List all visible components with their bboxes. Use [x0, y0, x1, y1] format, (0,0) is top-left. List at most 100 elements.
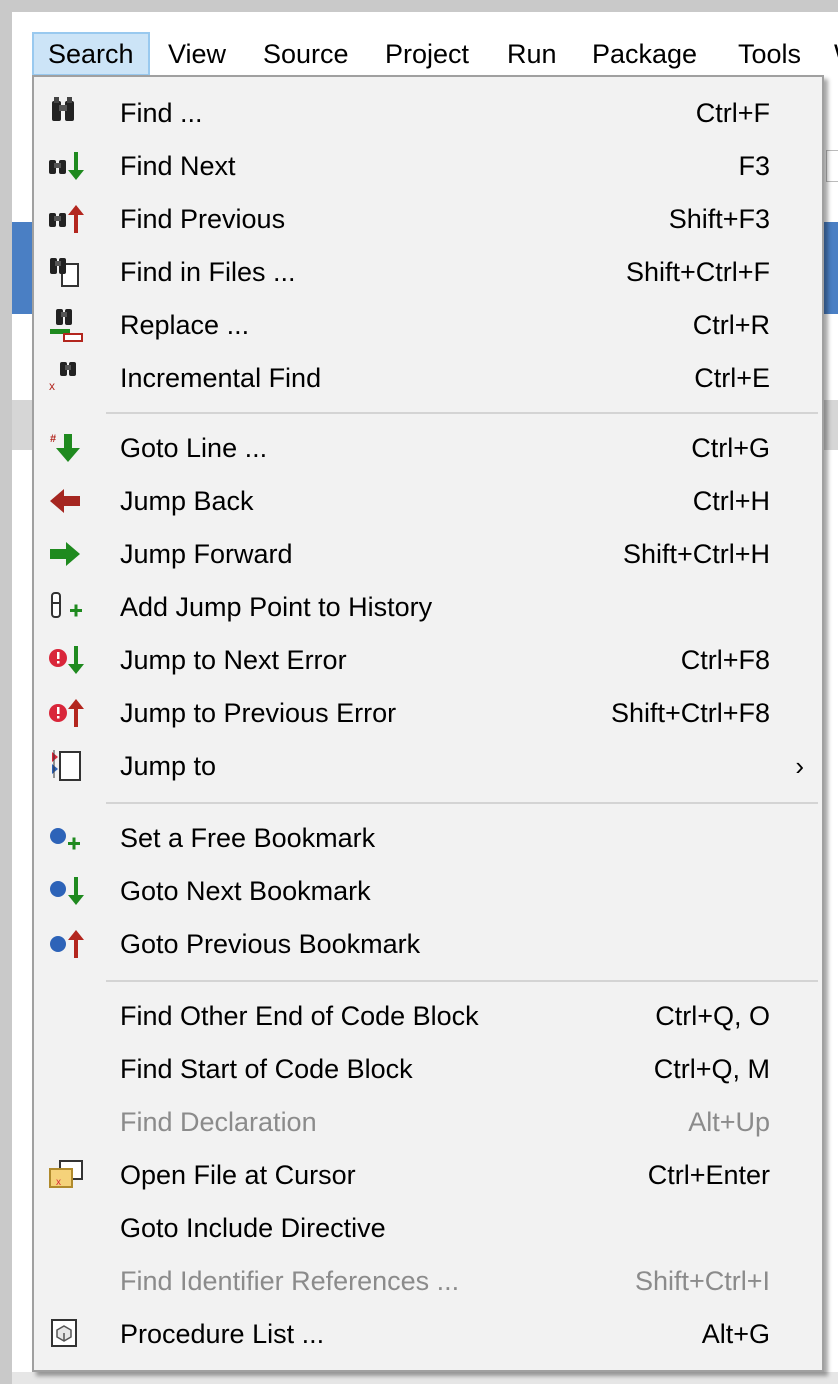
menu-item-jump-previous-error[interactable]: Jump to Previous Error Shift+Ctrl+F8 — [36, 687, 822, 739]
previous-error-icon — [46, 695, 86, 731]
menu-item-jump-to[interactable]: Jump to › — [36, 740, 822, 792]
menu-item-goto-previous-bookmark[interactable]: Goto Previous Bookmark — [36, 918, 822, 970]
menu-item-shortcut: F3 — [738, 151, 770, 181]
menu-item-label: Find ... — [120, 98, 203, 128]
menu-item-shortcut: Shift+Ctrl+F8 — [610, 698, 770, 728]
binoculars-icon — [46, 95, 86, 131]
menu-item-label: Goto Previous Bookmark — [120, 929, 421, 959]
menu-item-shortcut: Ctrl+Q, O — [655, 1001, 770, 1031]
submenu-arrow-icon: › — [795, 751, 804, 781]
menu-item-goto-next-bookmark[interactable]: Goto Next Bookmark — [36, 865, 822, 917]
menubar-tools[interactable]: Tools — [724, 32, 815, 76]
menu-item-open-file-at-cursor[interactable]: x Open File at Cursor Ctrl+Enter — [36, 1149, 822, 1201]
find-in-files-icon — [46, 254, 86, 290]
menu-item-label: Jump to Previous Error — [120, 698, 397, 728]
menu-item-find-previous[interactable]: Find Previous Shift+F3 — [36, 193, 822, 245]
menu-item-label: Find Declaration — [120, 1107, 317, 1137]
menu-item-shortcut: Ctrl+F8 — [680, 645, 770, 675]
editor-background-gray-band-right — [824, 400, 838, 450]
menu-item-goto-line[interactable]: # Goto Line ... Ctrl+G — [36, 422, 822, 474]
menu-item-label: Goto Include Directive — [120, 1213, 386, 1243]
menu-item-shortcut: Shift+Ctrl+I — [634, 1266, 770, 1296]
window-frame: Search View Source Project Run Package T… — [0, 0, 838, 1384]
svg-text:x: x — [56, 1177, 61, 1188]
goto-line-icon: # — [46, 430, 86, 466]
menu-item-shortcut: Shift+Ctrl+F — [625, 257, 770, 287]
menu-item-label: Jump to — [120, 751, 217, 781]
editor-background-panel-right — [826, 150, 838, 182]
menu-item-find[interactable]: Find ... Ctrl+F — [36, 87, 822, 139]
menu-item-label: Jump Back — [120, 486, 254, 516]
incremental-find-icon: x — [46, 360, 86, 396]
previous-bookmark-icon — [46, 926, 86, 962]
menu-item-label: Procedure List ... — [120, 1319, 325, 1349]
arrow-left-icon — [46, 483, 86, 519]
menu-item-jump-forward[interactable]: Jump Forward Shift+Ctrl+H — [36, 528, 822, 580]
editor-background-blue-bar-right — [824, 222, 838, 314]
menubar-project[interactable]: Project — [371, 32, 483, 76]
editor-background-blue-bar — [12, 222, 32, 314]
menu-item-shortcut: Ctrl+R — [692, 310, 770, 340]
menu-item-shortcut: Ctrl+H — [692, 486, 770, 516]
window-left-border — [0, 0, 12, 1384]
menu-item-shortcut: Ctrl+Q, M — [653, 1054, 770, 1084]
menu-item-procedure-list[interactable]: Procedure List ... Alt+G — [36, 1308, 822, 1360]
menu-item-jump-next-error[interactable]: Jump to Next Error Ctrl+F8 — [36, 634, 822, 686]
procedure-list-icon — [46, 1316, 86, 1352]
menu-item-find-start-code-block[interactable]: Find Start of Code Block Ctrl+Q, M — [36, 1043, 822, 1095]
svg-text:x: x — [49, 379, 55, 393]
menu-item-shortcut: Ctrl+Enter — [647, 1160, 770, 1190]
menu-item-find-next[interactable]: Find Next F3 — [36, 140, 822, 192]
menu-item-shortcut: Alt+G — [701, 1319, 770, 1349]
menu-item-jump-back[interactable]: Jump Back Ctrl+H — [36, 475, 822, 527]
menu-separator — [106, 802, 818, 804]
menu-item-incremental-find[interactable]: x Incremental Find Ctrl+E — [36, 352, 822, 404]
menu-item-add-jump-point[interactable]: Add Jump Point to History — [36, 581, 822, 633]
menubar-search[interactable]: Search — [32, 32, 150, 76]
menu-item-label: Find Start of Code Block — [120, 1054, 413, 1084]
next-error-icon — [46, 642, 86, 678]
svg-text:#: # — [50, 433, 56, 445]
jump-to-icon — [46, 748, 86, 784]
arrow-right-icon — [46, 536, 86, 572]
menu-item-shortcut: Shift+F3 — [668, 204, 770, 234]
menu-item-find-identifier-references: Find Identifier References ... Shift+Ctr… — [36, 1255, 822, 1307]
menubar-run[interactable]: Run — [493, 32, 571, 76]
search-menu-dropdown: Find ... Ctrl+F Find Next F3 Find Previo… — [32, 75, 824, 1372]
menu-item-shortcut: Alt+Up — [688, 1107, 770, 1137]
menubar-package[interactable]: Package — [578, 32, 711, 76]
find-previous-icon — [46, 201, 86, 237]
menu-item-label: Jump to Next Error — [120, 645, 347, 675]
menu-item-label: Incremental Find — [120, 363, 322, 393]
find-next-icon — [46, 148, 86, 184]
menubar-window[interactable]: W — [820, 32, 838, 76]
editor-background-bottom-strip — [12, 1372, 838, 1384]
menu-item-find-in-files[interactable]: Find in Files ... Shift+Ctrl+F — [36, 246, 822, 298]
menu-item-shortcut: Ctrl+G — [691, 433, 770, 463]
window-top-border — [0, 0, 838, 12]
menubar-view[interactable]: View — [154, 32, 240, 76]
menu-item-label: Find Next — [120, 151, 236, 181]
replace-icon — [46, 307, 86, 343]
menu-separator — [106, 412, 818, 414]
editor-background-gray-band — [12, 400, 32, 450]
menu-item-shortcut: Ctrl+F — [695, 98, 770, 128]
menu-bar: Search View Source Project Run Package T… — [12, 12, 838, 78]
menu-item-goto-include-directive[interactable]: Goto Include Directive — [36, 1202, 822, 1254]
menu-item-set-free-bookmark[interactable]: Set a Free Bookmark — [36, 812, 822, 864]
set-bookmark-icon — [46, 820, 86, 856]
menu-item-replace[interactable]: Replace ... Ctrl+R — [36, 299, 822, 351]
menu-item-label: Open File at Cursor — [120, 1160, 356, 1190]
menu-item-label: Add Jump Point to History — [120, 592, 433, 622]
menu-item-shortcut: Ctrl+E — [694, 363, 770, 393]
menu-separator — [106, 980, 818, 982]
menu-item-label: Find in Files ... — [120, 257, 296, 287]
menu-item-label: Set a Free Bookmark — [120, 823, 376, 853]
menubar-source[interactable]: Source — [249, 32, 363, 76]
menu-item-find-other-end-code-block[interactable]: Find Other End of Code Block Ctrl+Q, O — [36, 990, 822, 1042]
menu-item-label: Jump Forward — [120, 539, 293, 569]
menu-item-label: Find Identifier References ... — [120, 1266, 460, 1296]
menu-item-label: Goto Next Bookmark — [120, 876, 371, 906]
menu-item-label: Replace ... — [120, 310, 250, 340]
menu-item-label: Find Previous — [120, 204, 286, 234]
